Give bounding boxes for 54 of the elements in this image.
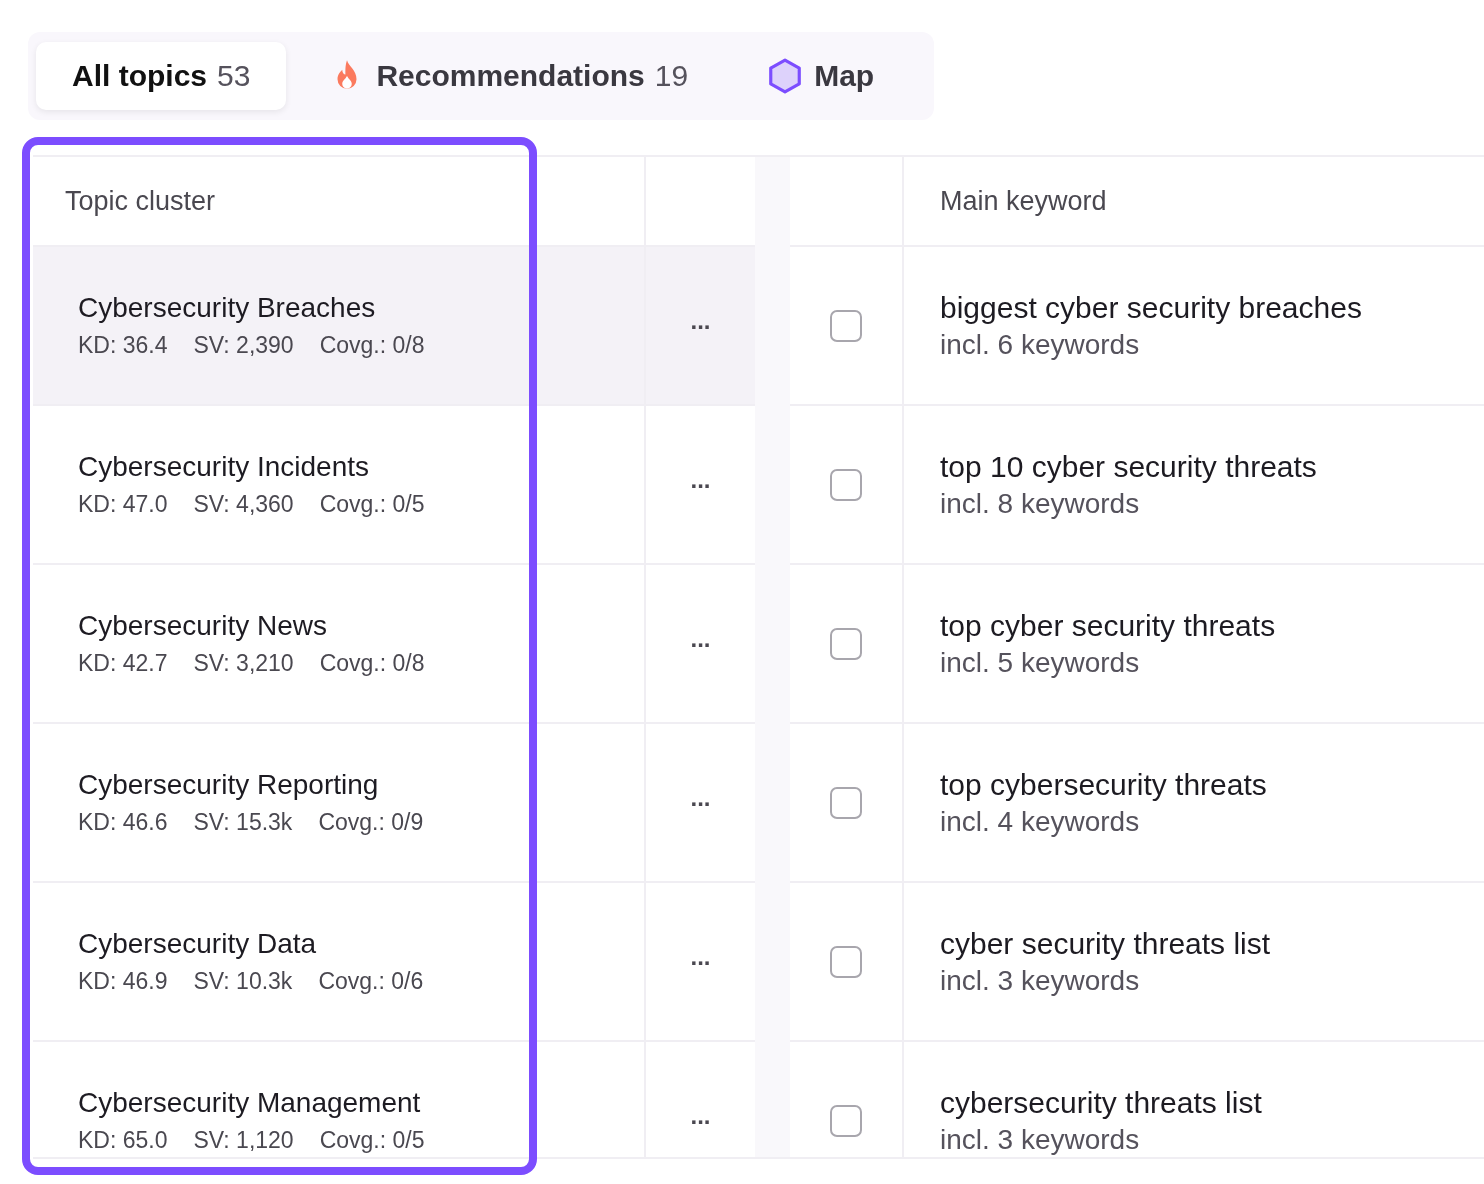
keyword-count: incl. 3 keywords (940, 1123, 1141, 1156)
topic-name: Cybersecurity Reporting (78, 769, 380, 801)
topic-stat: SV: 15.3k (193, 809, 293, 836)
main-keyword: biggest cyber security breaches (940, 290, 1363, 325)
more-button[interactable]: ... (686, 783, 715, 822)
topic-name: Cybersecurity Breaches (78, 292, 377, 324)
tab[interactable]: Map (730, 42, 911, 110)
main-keyword: top cyber security threats (940, 608, 1277, 643)
main-keyword: top cybersecurity threats (940, 767, 1268, 802)
topic-stat: Covg.: 0/5 (319, 1127, 425, 1154)
keyword-count: incl. 5 keywords (940, 646, 1141, 679)
topic-stat: KD: 42.7 (78, 650, 168, 677)
more-button[interactable]: ... (686, 624, 715, 663)
column-header: Main keyword (940, 185, 1107, 217)
keyword-count: incl. 6 keywords (940, 328, 1141, 361)
topic-name: Cybersecurity Incidents (78, 451, 370, 483)
keyword-count: incl. 8 keywords (940, 487, 1141, 520)
topic-name: Cybersecurity News (78, 610, 328, 642)
topic-stat: KD: 36.4 (78, 332, 168, 359)
topic-name: Cybersecurity Management (78, 1087, 422, 1119)
checkbox[interactable] (830, 468, 862, 501)
topic-stat: SV: 3,210 (193, 650, 294, 677)
topic-stat: Covg.: 0/8 (319, 650, 425, 677)
more-button[interactable]: ... (686, 306, 715, 345)
topic-stat: SV: 4,360 (193, 491, 294, 518)
topic-stat: SV: 2,390 (193, 332, 294, 359)
topic-stat: Covg.: 0/6 (318, 968, 424, 995)
more-button[interactable]: ... (686, 465, 715, 504)
topic-stat: KD: 65.0 (78, 1127, 168, 1154)
keyword-count: incl. 3 keywords (940, 964, 1141, 997)
topic-stat: KD: 47.0 (78, 491, 168, 518)
checkbox[interactable] (830, 627, 862, 660)
keyword-count: incl. 4 keywords (940, 805, 1141, 838)
checkbox[interactable] (830, 945, 862, 978)
topic-stat: Covg.: 0/8 (319, 332, 425, 359)
column-header: Topic cluster (65, 185, 216, 217)
more-button[interactable]: ... (686, 1101, 715, 1140)
topic-stat: SV: 10.3k (193, 968, 293, 995)
tab[interactable]: All topics 53 (36, 42, 287, 110)
main-keyword: top 10 cyber security threats (940, 449, 1318, 484)
checkbox[interactable] (830, 309, 862, 342)
topic-row[interactable]: Cybersecurity Breaches KD: 36.4 SV: 2,390 Covg.: 0/8 ... (33, 247, 755, 406)
topic-stat: KD: 46.9 (78, 968, 168, 995)
checkbox[interactable] (830, 1104, 862, 1137)
topic-stat: Covg.: 0/5 (319, 491, 425, 518)
more-button[interactable]: ... (686, 942, 715, 981)
main-keyword: cyber security threats list (940, 926, 1272, 961)
topic-stat: KD: 46.6 (78, 809, 168, 836)
topic-name: Cybersecurity Data (78, 928, 318, 960)
tab[interactable]: Recommendations 19 (292, 42, 725, 110)
topic-stat: SV: 1,120 (193, 1127, 294, 1154)
main-keyword: cybersecurity threats list (940, 1085, 1263, 1120)
checkbox[interactable] (830, 786, 862, 819)
topic-stat: Covg.: 0/9 (318, 809, 424, 836)
